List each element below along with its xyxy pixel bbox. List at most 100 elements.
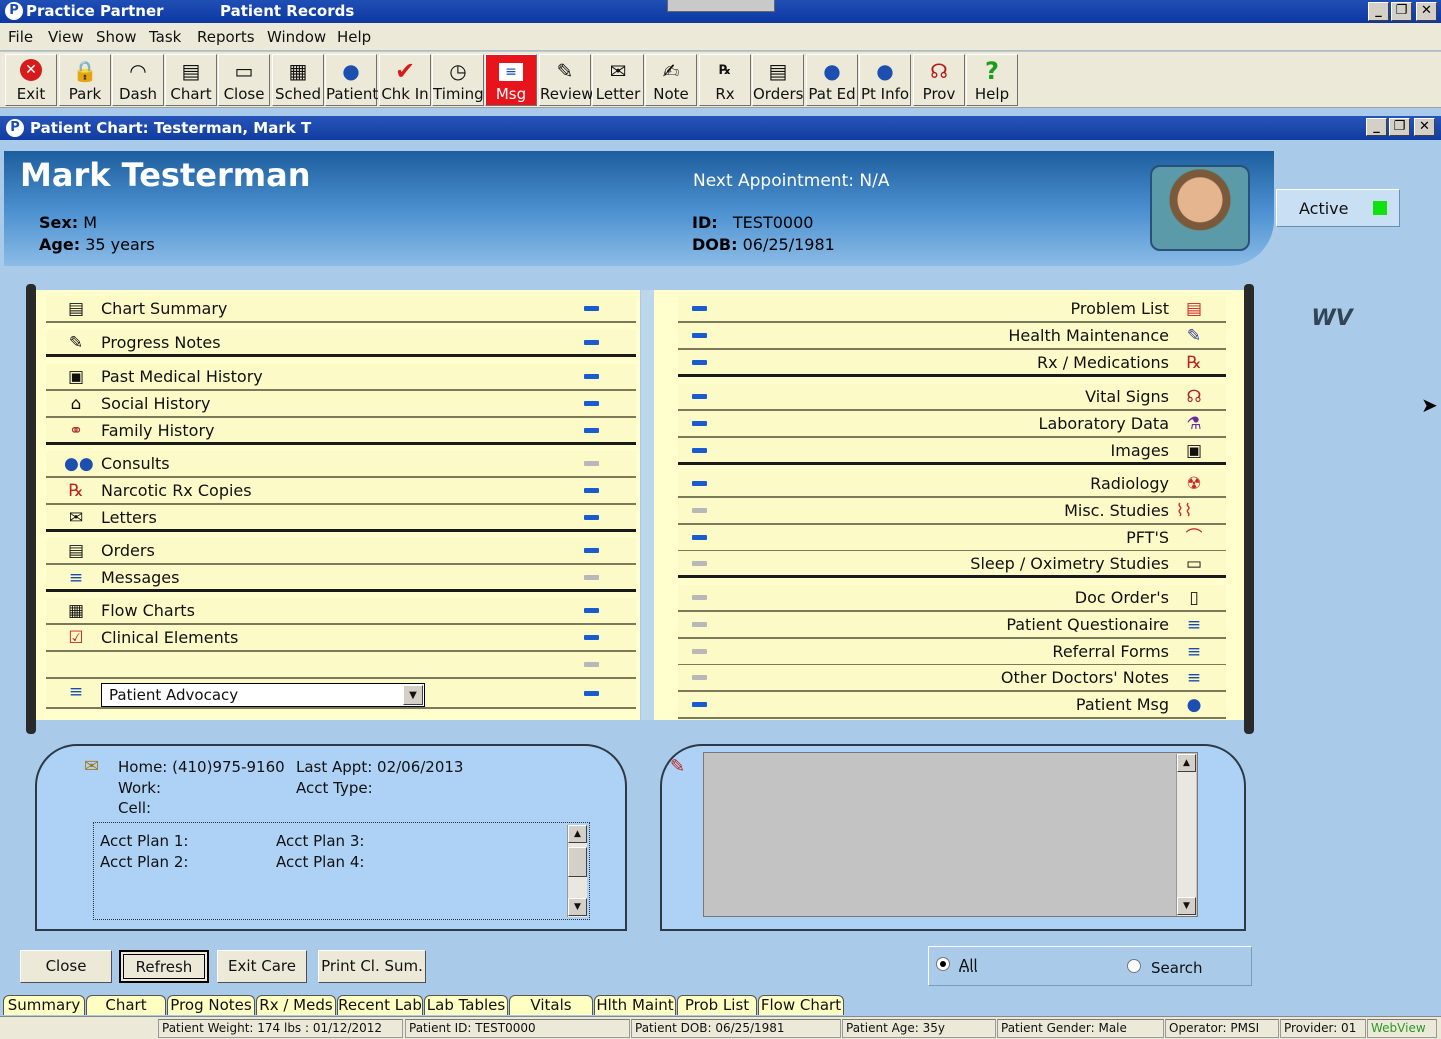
section-flow-charts[interactable]: ▦ Flow Charts xyxy=(46,598,636,625)
section-vital-signs[interactable]: Vital Signs ☊ xyxy=(678,384,1226,411)
section-social-history[interactable]: ⌂ Social History xyxy=(46,391,636,418)
section-referral-forms[interactable]: Referral Forms ≡ xyxy=(678,639,1226,666)
tab-lab-tables[interactable]: Lab Tables xyxy=(424,995,508,1015)
close-window-button[interactable]: ✕ xyxy=(1416,2,1437,21)
status-operator: Operator: PMSI xyxy=(1165,1019,1279,1038)
tab-chart[interactable]: Chart xyxy=(86,995,166,1015)
pt-info-button[interactable]: ● Pt Info xyxy=(859,54,911,106)
check-in-button[interactable]: ✔ Chk In xyxy=(379,54,431,106)
acct-plans-scrollbar[interactable]: ▲ ▼ xyxy=(567,825,587,917)
tab-flow-chart[interactable]: Flow Chart xyxy=(758,995,844,1015)
tab-prog-notes[interactable]: Prog Notes xyxy=(167,995,255,1015)
chart-close-button[interactable]: ✕ xyxy=(1414,118,1435,136)
exit-button[interactable]: ✕ Exit xyxy=(5,54,57,106)
menu-view[interactable]: View xyxy=(48,28,84,46)
restore-button[interactable]: ❐ xyxy=(1391,2,1412,21)
menu-reports[interactable]: Reports xyxy=(197,28,255,46)
tab-recent-lab[interactable]: Recent Lab xyxy=(337,995,423,1015)
patient-photo[interactable] xyxy=(1150,165,1250,251)
section-health-maintenance[interactable]: Health Maintenance ✎ xyxy=(678,323,1226,350)
note-text-area[interactable]: ▲ ▼ xyxy=(703,752,1198,917)
section-patient-msg[interactable]: Patient Msg ● xyxy=(678,692,1226,719)
section-narcotic-rx-copies[interactable]: ℞ Narcotic Rx Copies xyxy=(46,478,636,505)
drag-grip-handle[interactable] xyxy=(667,0,775,12)
status-webview[interactable]: WebView xyxy=(1367,1019,1437,1038)
section-empty[interactable] xyxy=(46,652,636,679)
review-button[interactable]: ✎ Review xyxy=(539,54,594,106)
menu-file[interactable]: File xyxy=(8,28,33,46)
schedule-button[interactable]: ▦ Sched xyxy=(272,54,324,106)
section-other-doctors-notes[interactable]: Other Doctors' Notes ≡ xyxy=(678,665,1226,692)
section-rx-medications[interactable]: Rx / Medications ℞ xyxy=(678,350,1226,377)
print-clinical-summary-button[interactable]: Print Cl. Sum. xyxy=(318,950,426,983)
radio-search-label[interactable]: Search xyxy=(1151,959,1203,977)
prov-button[interactable]: ☊ Prov xyxy=(913,54,965,106)
refresh-button[interactable]: Refresh xyxy=(119,950,209,983)
patient-id: TEST0000 xyxy=(732,213,814,232)
section-pfts[interactable]: PFT'S ⌒ xyxy=(678,525,1226,552)
section-misc-studies[interactable]: Misc. Studies ⌇⌇ xyxy=(678,498,1226,525)
scroll-thumb[interactable] xyxy=(568,847,587,877)
webview-globe-icon[interactable]: WV xyxy=(1310,306,1354,346)
chart-button[interactable]: ▤ Chart xyxy=(165,54,217,106)
menu-help[interactable]: Help xyxy=(337,28,371,46)
rx-button[interactable]: ℞ Rx xyxy=(699,54,751,106)
menu-window[interactable]: Window xyxy=(267,28,326,46)
section-chart-summary[interactable]: ▤ Chart Summary xyxy=(46,296,636,323)
section-clinical-elements[interactable]: ☑ Clinical Elements xyxy=(46,625,636,652)
radio-search[interactable] xyxy=(1127,959,1141,973)
section-consults[interactable]: ●● Consults xyxy=(46,451,636,478)
menu-show[interactable]: Show xyxy=(96,28,136,46)
chart-minimize-button[interactable]: _ xyxy=(1366,118,1387,136)
section-orders[interactable]: ▤ Orders xyxy=(46,538,636,565)
section-doc-orders[interactable]: Doc Order's ▯ xyxy=(678,585,1226,612)
radio-all-label[interactable]: All xyxy=(959,956,978,974)
scroll-up-icon[interactable]: ▲ xyxy=(1177,754,1196,772)
close-chart-button[interactable]: ▭ Close xyxy=(218,54,270,106)
tab-hlth-maint[interactable]: Hlth Maint xyxy=(594,995,676,1015)
scroll-up-icon[interactable]: ▲ xyxy=(568,825,587,843)
note-button[interactable]: ✍ Note xyxy=(645,54,697,106)
rx-icon: ℞ xyxy=(719,63,731,78)
section-indicator xyxy=(692,675,707,680)
patient-button[interactable]: ● Patient xyxy=(325,54,378,106)
section-images[interactable]: Images ▣ xyxy=(678,438,1226,465)
minimize-button[interactable]: _ xyxy=(1368,2,1389,21)
section-messages[interactable]: ≡ Messages xyxy=(46,565,636,592)
tab-summary[interactable]: Summary xyxy=(3,995,85,1015)
section-patient-questionaire[interactable]: Patient Questionaire ≡ xyxy=(678,612,1226,639)
note-scrollbar[interactable]: ▲ ▼ xyxy=(1176,754,1196,916)
timing-button[interactable]: ◷ Timing xyxy=(432,54,484,106)
scroll-down-icon[interactable]: ▼ xyxy=(1177,897,1196,915)
scroll-down-icon[interactable]: ▼ xyxy=(568,898,587,916)
orders-button[interactable]: ▤ Orders xyxy=(752,54,804,106)
tab-prob-list[interactable]: Prob List xyxy=(677,995,757,1015)
close-button[interactable]: Close xyxy=(20,950,112,983)
schedule-grid-icon: ▦ xyxy=(288,59,308,83)
section-letters[interactable]: ✉ Letters xyxy=(46,505,636,532)
camera-icon: ▣ xyxy=(1185,441,1203,461)
section-sleep-oximetry-studies[interactable]: Sleep / Oximetry Studies ▭ xyxy=(678,551,1226,578)
tab-rx-meds[interactable]: Rx / Meds xyxy=(256,995,336,1015)
chart-maximize-button[interactable]: ❐ xyxy=(1389,118,1410,136)
exit-care-button[interactable]: Exit Care xyxy=(217,950,307,983)
contact-card-icon[interactable]: ✉ xyxy=(84,756,99,777)
help-button[interactable]: ? Help xyxy=(966,54,1018,106)
chevron-down-icon[interactable]: ▼ xyxy=(403,685,423,705)
section-radiology[interactable]: Radiology ☢ xyxy=(678,471,1226,498)
section-problem-list[interactable]: Problem List ▤ xyxy=(678,296,1226,323)
section-family-history[interactable]: ⚭ Family History xyxy=(46,418,636,445)
menu-task[interactable]: Task xyxy=(149,28,181,46)
letter-button[interactable]: ✉ Letter xyxy=(592,54,644,106)
dash-button[interactable]: ◠ Dash xyxy=(112,54,164,106)
patient-advocacy-select[interactable]: Patient Advocacy ▼ xyxy=(101,683,425,707)
radio-all[interactable] xyxy=(936,957,950,971)
edit-note-icon[interactable]: ✎ xyxy=(670,756,685,777)
park-button[interactable]: 🔒 Park xyxy=(59,54,111,106)
section-past-medical-history[interactable]: ▣ Past Medical History xyxy=(46,364,636,391)
section-laboratory-data[interactable]: Laboratory Data ⚗ xyxy=(678,411,1226,438)
tab-vitals[interactable]: Vitals xyxy=(509,995,593,1015)
msg-button[interactable]: ≡ Msg xyxy=(485,54,537,106)
pat-ed-button[interactable]: ● Pat Ed xyxy=(806,54,858,106)
section-progress-notes[interactable]: ✎ Progress Notes xyxy=(46,330,636,357)
